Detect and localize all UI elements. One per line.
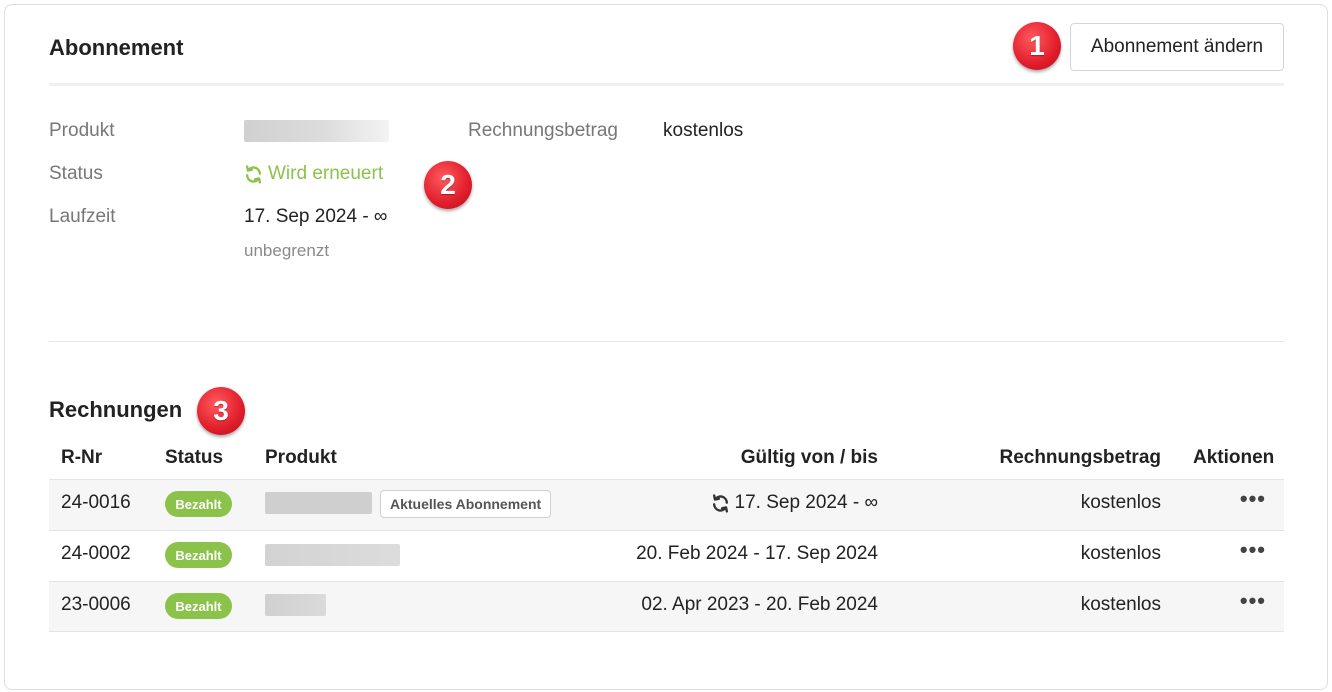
amount-cell: kostenlos [1080,492,1161,513]
runtime-label: Laufzeit [49,206,116,227]
validity-text: 17. Sep 2024 - ∞ [734,492,878,513]
col-product: Produkt [265,447,337,468]
status-value: Wird erneuert [244,163,383,185]
status-badge: Bezahlt [165,491,232,517]
product-redacted [265,492,372,514]
validity-cell: 20. Feb 2024 - 17. Sep 2024 [636,543,878,564]
marker-3: 3 [197,387,245,435]
table-row: 24-0016 Bezahlt Aktuelles Abonnement 17.… [49,479,1284,530]
amount-label: Rechnungsbetrag [468,120,618,141]
validity-cell: 02. Apr 2023 - 20. Feb 2024 [641,594,878,615]
runtime-value: 17. Sep 2024 - ∞ [244,206,388,227]
status-text: Wird erneuert [268,163,384,184]
amount-value: kostenlos [663,120,744,141]
amount-cell: kostenlos [1080,594,1161,615]
amount-cell: kostenlos [1080,543,1161,564]
marker-1: 1 [1013,22,1061,70]
invoice-number: 24-0016 [61,492,131,513]
table-row: 24-0002 Bezahlt 20. Feb 2024 - 17. Sep 2… [49,530,1284,581]
invoices-title: Rechnungen [49,397,183,422]
status-badge: Bezahlt [165,542,232,568]
refresh-icon [244,164,263,184]
product-redacted [265,544,400,566]
col-actions: Aktionen [1193,447,1275,468]
col-validity: Gültig von / bis [740,447,878,468]
header-divider [49,83,1284,86]
col-amount: Rechnungsbetrag [999,447,1161,468]
more-horizontal-icon[interactable]: ••• [1240,588,1266,614]
more-horizontal-icon[interactable]: ••• [1240,537,1266,563]
col-status: Status [165,447,224,468]
invoice-number: 23-0006 [61,594,131,615]
status-badge: Bezahlt [165,593,232,619]
invoice-number: 24-0002 [61,543,131,564]
section-divider [49,341,1284,342]
product-value-redacted [244,120,389,142]
subscription-title: Abonnement [49,35,184,60]
more-horizontal-icon[interactable]: ••• [1240,486,1266,512]
product-redacted [265,594,326,616]
runtime-note: unbegrenzt [244,241,330,260]
marker-2: 2 [424,161,472,209]
product-label: Produkt [49,120,115,141]
validity-cell: 17. Sep 2024 - ∞ [609,492,878,514]
status-label: Status [49,163,103,184]
col-number: R-Nr [61,447,103,468]
current-subscription-tag: Aktuelles Abonnement [380,490,552,518]
refresh-icon [711,493,730,513]
change-subscription-button[interactable]: Abonnement ändern [1070,23,1284,71]
table-row: 23-0006 Bezahlt 02. Apr 2023 - 20. Feb 2… [49,581,1284,632]
